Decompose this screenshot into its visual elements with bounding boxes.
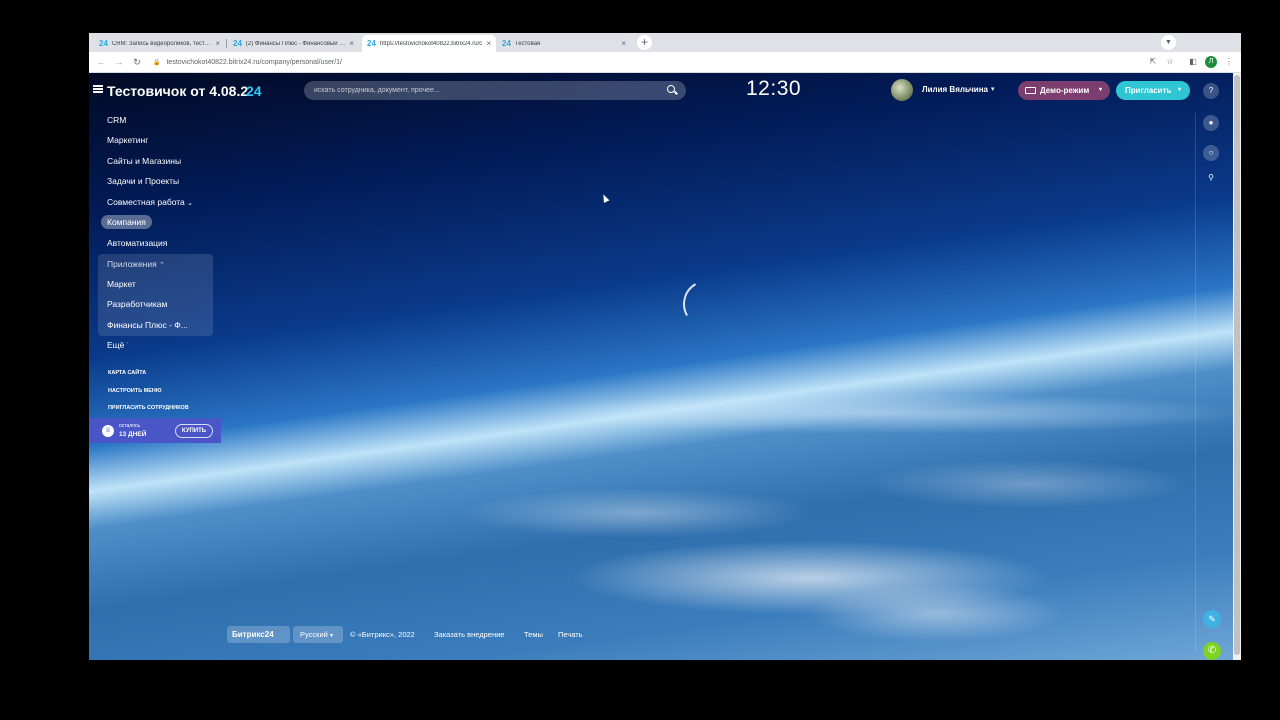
- bitrix-favicon: 24: [99, 39, 108, 48]
- back-icon[interactable]: ←: [95, 56, 107, 68]
- menu-item-marketing[interactable]: Маркетинг: [107, 135, 148, 145]
- close-icon[interactable]: ×: [215, 39, 220, 48]
- crown-icon: ♕: [102, 425, 114, 437]
- browser-window: 24 CRM: Запись видеороликов, тестир × 24…: [89, 33, 1241, 660]
- tab-strip: 24 CRM: Запись видеороликов, тестир × 24…: [89, 33, 1241, 52]
- footer-logo[interactable]: Битрикс24: [227, 626, 290, 643]
- invite-employees-link[interactable]: Пригласить сотрудников: [108, 405, 189, 411]
- sitemap-link[interactable]: Карта сайта: [108, 370, 146, 376]
- menu-item-developers[interactable]: Разработчикам: [107, 299, 167, 309]
- demo-mode-button[interactable]: Демо-режим ▾: [1018, 81, 1110, 100]
- browser-menu-icon[interactable]: ⋮: [1223, 56, 1235, 68]
- address-bar[interactable]: 🔒 testovichokot40822.bitrix24.ru/company/…: [153, 55, 1153, 70]
- tab-title: CRM: Запись видеороликов, тестир: [111, 40, 212, 47]
- phone-icon[interactable]: ✆: [1203, 642, 1221, 660]
- chevron-up-icon: ⌃: [159, 262, 165, 269]
- close-icon[interactable]: ×: [486, 39, 491, 48]
- chevron-down-icon: ▾: [1099, 87, 1103, 93]
- tab-title: https://testovichokot40822.bitrix24.ru/c: [379, 40, 483, 47]
- bitrix-portal: Тестовичок от 4.08.2 24 12:30 Лилия Вяль…: [89, 73, 1233, 660]
- bitrix-favicon: 24: [502, 39, 511, 48]
- hamburger-icon[interactable]: [93, 85, 103, 93]
- loading-spinner: [677, 274, 737, 334]
- copyright: © «Битрикс», 2022: [350, 630, 415, 639]
- forward-icon[interactable]: →: [113, 56, 125, 68]
- trial-label: осталось: [119, 423, 141, 429]
- menu-item-label: Приложения: [107, 259, 157, 269]
- tab-search-icon[interactable]: ▼: [1161, 35, 1176, 50]
- close-icon[interactable]: ×: [349, 39, 354, 48]
- chevron-down-icon: ▾: [1178, 87, 1182, 93]
- url-text: testovichokot40822.bitrix24.ru/company/p…: [166, 59, 342, 66]
- chevron-down-icon: ▾: [329, 633, 333, 639]
- bitrix-favicon: 24: [233, 39, 242, 48]
- mouse-cursor-icon: [600, 193, 610, 203]
- logo-24[interactable]: 24: [246, 83, 262, 99]
- chevron-down-icon[interactable]: ▾: [991, 85, 995, 93]
- menu-item-collaboration[interactable]: Совместная работа ⌄: [107, 197, 193, 207]
- demo-mode-label: Демо-режим: [1040, 86, 1090, 95]
- search-icon[interactable]: [667, 85, 675, 93]
- invite-button[interactable]: Пригласить ▾: [1116, 81, 1190, 100]
- buy-button[interactable]: КУПИТЬ: [175, 424, 213, 438]
- menu-item-label: Совместная работа: [107, 197, 185, 207]
- menu-item-apps[interactable]: Приложения ⌃: [107, 259, 165, 269]
- share-icon[interactable]: ⇱: [1147, 56, 1159, 68]
- search-icon[interactable]: ⚲: [1203, 170, 1219, 186]
- invite-label: Пригласить: [1125, 86, 1172, 95]
- close-icon[interactable]: ×: [621, 39, 626, 48]
- profile-avatar[interactable]: Л: [1205, 56, 1217, 68]
- new-tab-button[interactable]: +: [637, 35, 652, 50]
- search-input[interactable]: [314, 83, 654, 98]
- tab-title: Тестовая: [514, 40, 541, 47]
- user-name[interactable]: Лилия Вяльчина: [922, 85, 988, 94]
- menu-item-automation[interactable]: Автоматизация: [107, 238, 167, 248]
- print-link[interactable]: Печать: [558, 630, 583, 639]
- tab-title: (2) Финансы Плюс - Финансовый и у: [245, 40, 346, 47]
- search-box: [304, 81, 686, 100]
- lock-icon: 🔒: [153, 60, 161, 66]
- menu-item-sites[interactable]: Сайты и Магазины: [107, 156, 181, 166]
- battery-icon: [1025, 87, 1036, 94]
- tab-finance[interactable]: 24 (2) Финансы Плюс - Финансовый и у ×: [228, 35, 359, 52]
- reload-icon[interactable]: ↻: [131, 56, 143, 68]
- tab-crm[interactable]: 24 CRM: Запись видеороликов, тестир ×: [94, 35, 225, 52]
- menu-item-label: Ещё: [107, 340, 125, 350]
- menu-item-crm[interactable]: CRM: [107, 115, 126, 125]
- language-label: Русский: [300, 630, 328, 639]
- menu-item-more[interactable]: Ещё ˙: [107, 340, 129, 350]
- menu-item-market[interactable]: Маркет: [107, 279, 136, 289]
- trial-days: 13 ДНЕЙ: [119, 431, 147, 438]
- tab-test[interactable]: 24 Тестовая ×: [497, 35, 631, 52]
- scrollbar[interactable]: [1233, 73, 1241, 660]
- notes-icon[interactable]: ✎: [1203, 610, 1221, 628]
- trial-banner: ♕ осталось 13 ДНЕЙ КУПИТЬ: [89, 418, 221, 443]
- clock[interactable]: 12:30: [746, 77, 801, 101]
- menu-item-tasks[interactable]: Задачи и Проекты: [107, 176, 179, 186]
- language-select[interactable]: Русский ▾: [293, 626, 343, 643]
- tab-divider: [226, 39, 227, 48]
- bell-icon[interactable]: ●: [1203, 115, 1219, 131]
- chat-icon[interactable]: ○: [1203, 145, 1219, 161]
- bookmark-star-icon[interactable]: ☆: [1164, 56, 1176, 68]
- browser-toolbar: ← → ↻ 🔒 testovichokot40822.bitrix24.ru/co…: [89, 52, 1241, 73]
- chevron-down-icon: ˙: [126, 343, 130, 350]
- help-icon[interactable]: ?: [1203, 83, 1219, 99]
- bitrix-favicon: 24: [367, 39, 376, 48]
- order-implementation-link[interactable]: Заказать внедрение: [434, 630, 504, 639]
- menu-item-finance-plus[interactable]: Финансы Плюс - Ф...: [107, 320, 188, 330]
- tab-current[interactable]: 24 https://testovichokot40822.bitrix24.r…: [362, 35, 496, 52]
- right-panel-divider: [1195, 113, 1196, 653]
- chevron-down-icon: ⌄: [187, 200, 194, 207]
- scrollbar-thumb[interactable]: [1234, 75, 1240, 655]
- configure-menu-link[interactable]: Настроить меню: [108, 388, 162, 394]
- portal-title[interactable]: Тестовичок от 4.08.2: [107, 83, 248, 99]
- themes-link[interactable]: Темы: [524, 630, 543, 639]
- avatar[interactable]: [891, 79, 913, 101]
- menu-item-company[interactable]: Компания: [101, 215, 152, 229]
- side-panel-icon[interactable]: ◧: [1187, 56, 1199, 68]
